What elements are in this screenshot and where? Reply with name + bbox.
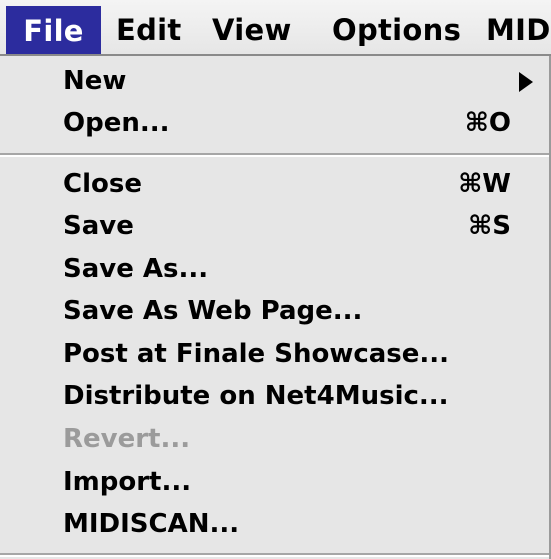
menu-item-post-at-finale-showcase[interactable]: Post at Finale Showcase... [0, 333, 549, 375]
menu-item-distribute-on-net4music[interactable]: Distribute on Net4Music... [0, 375, 549, 417]
menu-item-label: Close [63, 169, 142, 199]
menu-bar: File Edit View Options MID [0, 0, 551, 56]
menu-item-label: New [63, 66, 127, 96]
menu-separator [0, 153, 549, 157]
menu-item-label: Distribute on Net4Music... [63, 381, 449, 411]
file-menu-dropdown: New Open... ⌘O Close ⌘W Save ⌘S Save As.… [0, 56, 551, 559]
menu-item-close[interactable]: Close ⌘W [0, 163, 549, 205]
menu-item-revert: Revert... [0, 418, 549, 460]
submenu-arrow-icon [519, 72, 533, 92]
menu-item-save-as-web-page[interactable]: Save As Web Page... [0, 290, 549, 332]
menu-options[interactable]: Options [332, 8, 461, 53]
menu-item-label: Save As Web Page... [63, 296, 363, 326]
menu-item-label: Import... [63, 467, 192, 497]
menu-separator [0, 553, 549, 557]
menu-midi[interactable]: MID [486, 8, 551, 53]
shortcut-label: ⌘W [458, 169, 511, 199]
menu-item-label: Revert... [63, 424, 191, 454]
menu-edit[interactable]: Edit [116, 8, 182, 53]
menu-item-save-as[interactable]: Save As... [0, 248, 549, 290]
menu-item-open[interactable]: Open... ⌘O [0, 102, 549, 144]
menu-item-save[interactable]: Save ⌘S [0, 205, 549, 247]
menu-view[interactable]: View [212, 8, 292, 53]
menu-item-label: Post at Finale Showcase... [63, 339, 450, 369]
shortcut-label: ⌘S [468, 211, 511, 241]
menu-item-import[interactable]: Import... [0, 461, 549, 503]
menu-item-label: Save As... [63, 254, 209, 284]
menu-item-label: Save [63, 211, 134, 241]
menu-file[interactable]: File [6, 6, 101, 54]
shortcut-label: ⌘O [464, 108, 511, 138]
menu-item-label: Open... [63, 108, 170, 138]
menu-item-new[interactable]: New [0, 60, 549, 102]
menu-item-midiscan[interactable]: MIDISCAN... [0, 503, 549, 545]
menu-item-label: MIDISCAN... [63, 509, 240, 539]
